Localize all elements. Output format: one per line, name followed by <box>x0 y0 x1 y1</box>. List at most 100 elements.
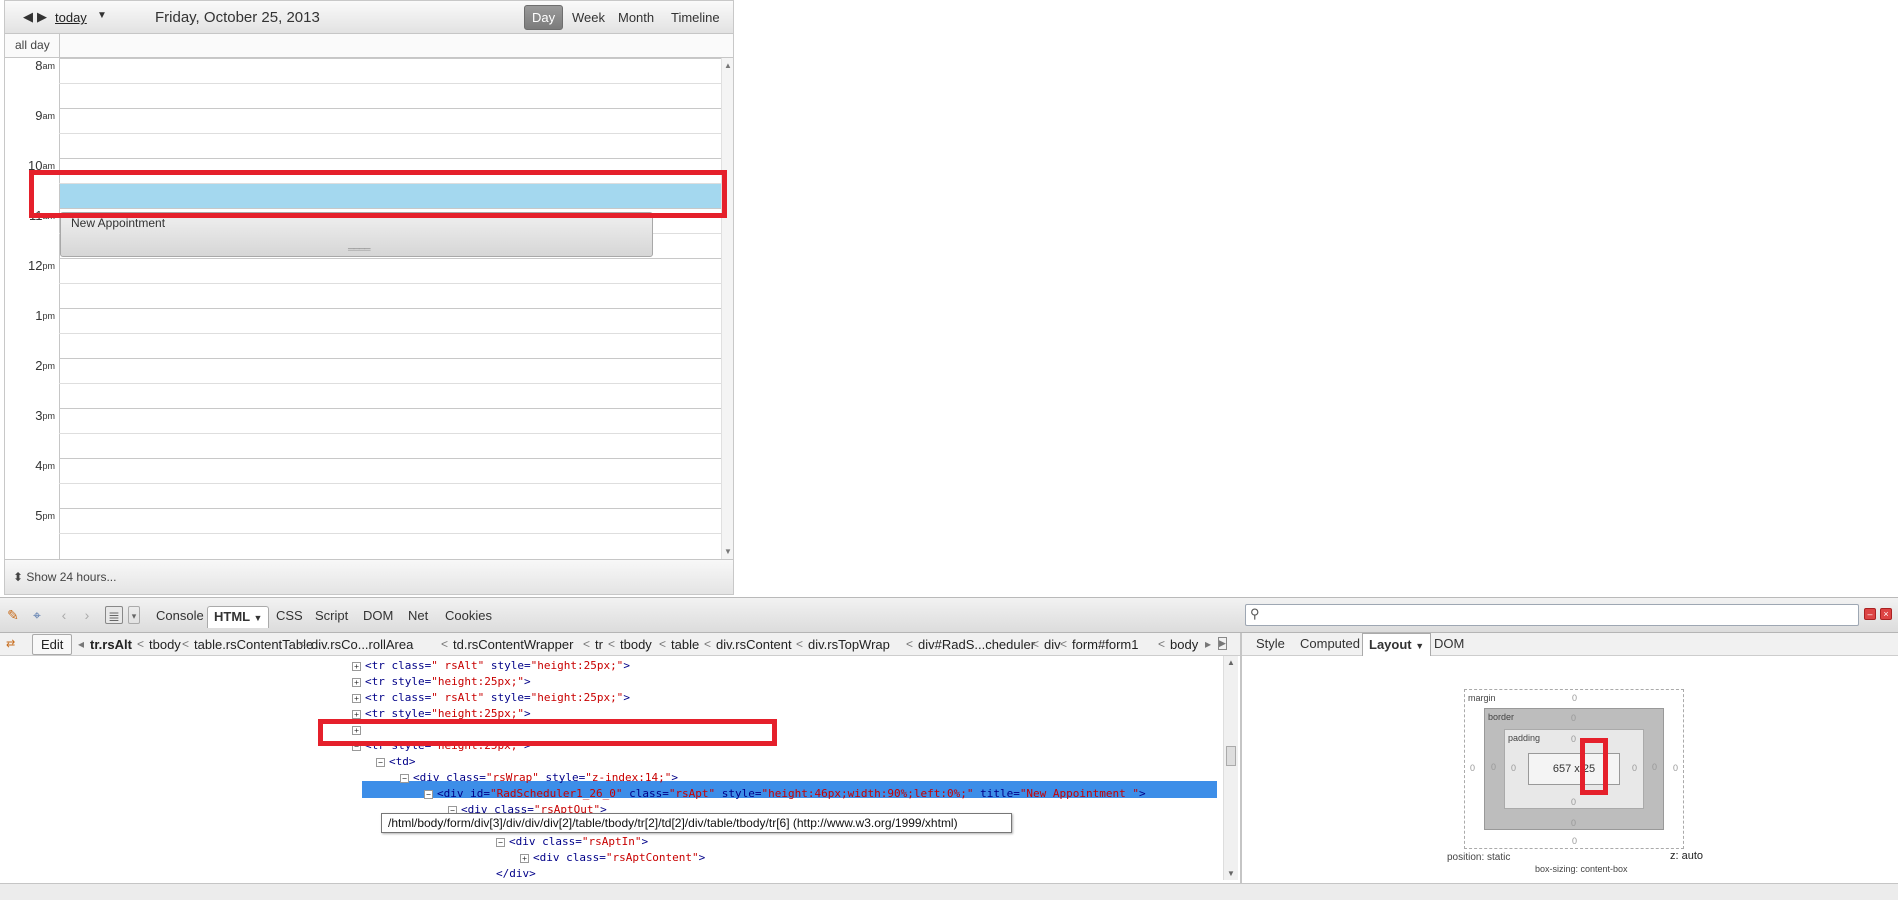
show-24-hours-link[interactable]: ⬍ Show 24 hours... <box>13 570 116 584</box>
minimize-icon[interactable]: – <box>1864 608 1876 620</box>
html-node[interactable]: − <div id="RadScheduler1_26_0" class="rsA… <box>424 786 1146 801</box>
html-scrollbar[interactable]: ▲ ▼ <box>1223 656 1238 880</box>
side-panel-tabs: Style Computed Layout ▼ DOM <box>1242 633 1898 656</box>
breadcrumb-item[interactable]: tbody <box>149 637 181 652</box>
html-token: "RadScheduler1_26_0" <box>490 787 623 800</box>
appointment[interactable]: New Appointment ════ <box>60 212 653 257</box>
breadcrumb-item[interactable]: div.rsCo...rollArea <box>311 637 413 652</box>
html-tree[interactable]: + <tr class=" rsAlt" style="height:25px;"… <box>0 656 1240 880</box>
hour-gridline <box>59 358 721 359</box>
view-timeline-button[interactable]: Timeline <box>664 5 727 30</box>
scheduler-scrollbar[interactable]: ▲ ▼ <box>721 58 733 559</box>
breadcrumb-separator: < <box>1060 637 1068 651</box>
tab-css[interactable]: CSS <box>270 606 309 628</box>
html-token: " rsAlt" <box>431 659 485 672</box>
hour-label: 2pm <box>5 359 55 373</box>
resize-grip-icon[interactable]: ════ <box>348 244 370 254</box>
breadcrumb-item[interactable]: div.rsTopWrap <box>808 637 890 652</box>
view-week-button[interactable]: Week <box>565 5 612 30</box>
html-node[interactable]: + <tr style="height:25px;"> <box>352 706 531 721</box>
hour-label: 3pm <box>5 409 55 423</box>
close-icon[interactable]: × <box>1880 608 1892 620</box>
chevron-down-icon[interactable]: ▾ <box>128 606 140 624</box>
breadcrumb-item[interactable]: tr.rsAlt <box>90 637 132 652</box>
tab-dom[interactable]: DOM <box>357 606 399 628</box>
tab-cookies[interactable]: Cookies <box>439 606 498 628</box>
collapse-icon[interactable]: − <box>424 789 433 799</box>
list-icon[interactable]: ≣ <box>105 606 123 624</box>
breadcrumb-item[interactable]: div.rsContent <box>716 637 792 652</box>
view-day-button[interactable]: Day <box>524 5 564 30</box>
tab-style[interactable]: Style <box>1250 633 1291 656</box>
selected-time-slot[interactable] <box>60 184 721 208</box>
html-token: > <box>623 691 630 704</box>
scroll-down-icon[interactable]: ▼ <box>724 547 732 556</box>
hour-label: 5pm <box>5 509 55 523</box>
chevron-down-icon[interactable]: ▼ <box>97 10 107 21</box>
firebug-icon[interactable]: ✎ <box>4 606 22 624</box>
collapse-icon[interactable]: − <box>376 757 385 767</box>
breadcrumb-item[interactable]: body <box>1170 637 1198 652</box>
scroll-up-icon[interactable]: ▲ <box>1227 658 1235 667</box>
collapse-icon[interactable]: − <box>496 837 505 847</box>
collapse-icon[interactable]: − <box>352 741 361 751</box>
breadcrumb-item[interactable]: div <box>1044 637 1061 652</box>
scroll-up-icon[interactable]: ▲ <box>724 61 732 70</box>
collapse-icon[interactable]: − <box>400 773 409 783</box>
scrollbar-thumb[interactable] <box>1226 746 1236 766</box>
html-node[interactable]: + <tr class=" rsAlt" style="height:25px;"… <box>352 658 630 673</box>
html-node[interactable]: + <div class="rsAptContent"> <box>520 850 705 865</box>
all-day-row[interactable]: all day <box>5 34 733 58</box>
today-link[interactable]: today <box>55 10 87 25</box>
breadcrumb-item[interactable]: td.rsContentWrapper <box>453 637 573 652</box>
tab-script[interactable]: Script <box>309 606 354 628</box>
tab-console[interactable]: Console <box>150 606 210 628</box>
scroll-down-icon[interactable]: ▼ <box>1227 869 1235 878</box>
breadcrumb-item[interactable]: div#RadS...cheduler <box>918 637 1035 652</box>
expand-icon[interactable]: + <box>352 709 361 719</box>
breadcrumb-item[interactable]: table.rsContentTable <box>194 637 313 652</box>
html-node[interactable]: + <tr style="height:25px;"> <box>352 674 531 689</box>
html-node[interactable]: + <tr class=" rsAlt" style="height:25px;"… <box>352 690 630 705</box>
breadcrumb-item[interactable]: form#form1 <box>1072 637 1138 652</box>
breadcrumb-end-icon[interactable]: ▶ <box>1218 637 1227 650</box>
html-token: <tr <box>365 707 392 720</box>
tab-net[interactable]: Net <box>402 606 434 628</box>
breadcrumb-right-icon[interactable]: ▸ <box>1205 637 1211 651</box>
border-bottom-value: 0 <box>1571 818 1577 828</box>
edit-button[interactable]: Edit <box>32 634 73 655</box>
padding-top-value: 0 <box>1571 734 1577 744</box>
forward-icon[interactable]: › <box>78 606 96 624</box>
back-icon[interactable]: ‹ <box>55 606 73 624</box>
html-node-selected[interactable]: + <tr class=" rsAlt" style="height:25px;"… <box>352 722 630 737</box>
expand-icon[interactable]: + <box>352 661 361 671</box>
prev-day-icon[interactable]: ◀ <box>21 9 35 25</box>
day-grid[interactable]: 8am 9am 10am 11am 12pm 1pm 2pm 3pm 4pm 5pm New App… <box>5 58 733 559</box>
tab-html[interactable]: HTML ▼ <box>207 606 270 628</box>
breadcrumb-scroll-icon[interactable]: ⇄ <box>6 637 15 650</box>
hour-gridline <box>59 258 721 259</box>
expand-icon[interactable]: + <box>352 725 361 735</box>
tab-layout[interactable]: Layout ▼ <box>1362 633 1432 656</box>
tab-computed[interactable]: Computed <box>1294 633 1366 656</box>
search-input[interactable]: ⚲ <box>1245 604 1859 626</box>
html-node[interactable]: − <div class="rsWrap" style="z-index:14;"… <box>400 770 678 785</box>
expand-icon[interactable]: + <box>352 677 361 687</box>
breadcrumb-left-icon[interactable]: ◂ <box>78 637 84 651</box>
html-token: <tr <box>365 739 392 752</box>
expand-icon[interactable]: + <box>352 693 361 703</box>
hour-label: 10am <box>5 159 55 173</box>
html-node[interactable]: </div> <box>496 866 536 880</box>
breadcrumb-item[interactable]: tbody <box>620 637 652 652</box>
breadcrumb-item[interactable]: tr <box>595 637 603 652</box>
html-node[interactable]: − <tr style="height:25px;"> <box>352 738 531 753</box>
tab-side-dom[interactable]: DOM <box>1428 633 1470 656</box>
html-node[interactable]: − <td> <box>376 754 416 769</box>
html-node[interactable]: − <div class="rsAptIn"> <box>496 834 648 849</box>
breadcrumb-item[interactable]: table <box>671 637 699 652</box>
view-month-button[interactable]: Month <box>611 5 661 30</box>
next-day-icon[interactable]: ▶ <box>35 9 49 25</box>
inspect-icon[interactable]: ⌖ <box>28 606 46 624</box>
expand-icon[interactable]: + <box>520 853 529 863</box>
hour-gridline <box>59 458 721 459</box>
